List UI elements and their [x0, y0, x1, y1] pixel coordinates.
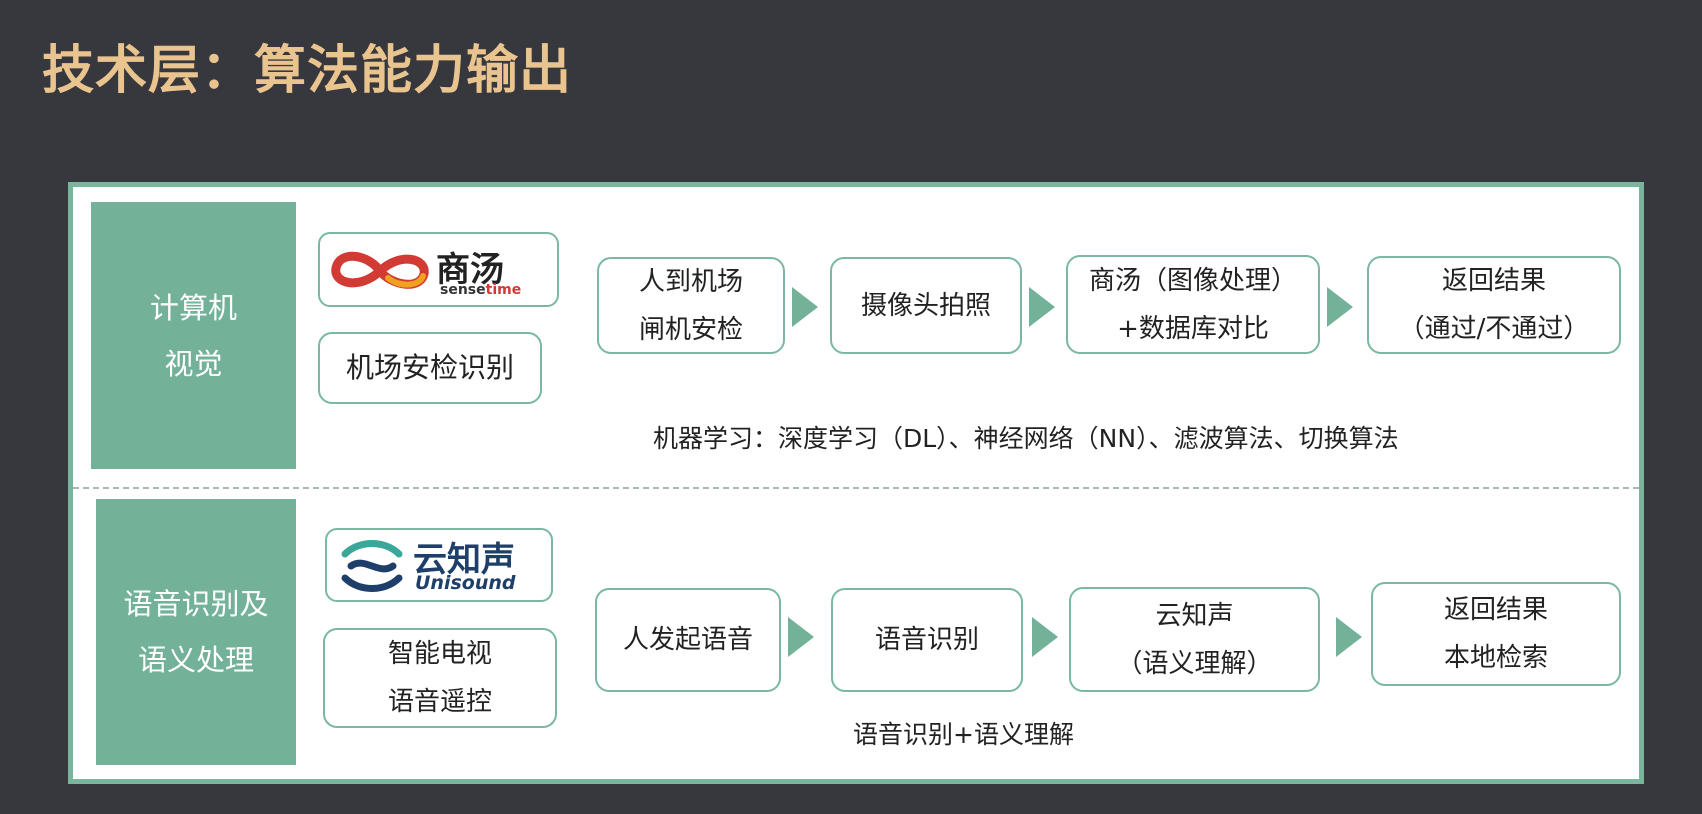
category-line: 视觉: [164, 346, 223, 381]
flow-arrow-icon: [1336, 617, 1362, 657]
step-speech-recognition: 语音识别: [831, 588, 1023, 692]
flow-arrow-icon: [1032, 617, 1058, 657]
box-line: +数据库对比: [1117, 313, 1269, 344]
box-line: 返回结果: [1441, 266, 1546, 296]
algorithm-panel: 计算机 视觉 商汤 sensetime 机场安检识别 人到机场 闸机安检 摄像头…: [68, 182, 1644, 784]
box-line: 商汤（图像处理）: [1088, 265, 1297, 296]
sensetime-infinity-icon: [331, 251, 429, 289]
asr-caption: 语音识别+语义理解: [853, 720, 1074, 749]
box-line: 返回结果: [1443, 595, 1548, 625]
category-line: 语义处理: [137, 643, 254, 677]
box-line: 智能电视: [387, 639, 492, 669]
flow-arrow-icon: [788, 617, 814, 657]
unisound-logo: 云知声 Unisound: [325, 528, 553, 602]
box-line: 语音识别: [874, 625, 979, 655]
page-title: 技术层：算法能力输出: [42, 41, 573, 101]
sensetime-en-b: time: [485, 282, 522, 298]
box-line: 摄像头拍照: [860, 290, 991, 321]
box-line: 语音遥控: [387, 687, 492, 717]
sensetime-en-a: sense: [440, 282, 486, 298]
box-line: 本地检索: [1443, 643, 1548, 673]
step-return-result-local: 返回结果 本地检索: [1371, 582, 1621, 686]
box-line: 闸机安检: [638, 314, 743, 345]
step-semantic-understanding: 云知声 （语义理解）: [1069, 587, 1320, 692]
flow-arrow-icon: [1327, 287, 1353, 327]
step-image-processing: 商汤（图像处理） +数据库对比: [1066, 255, 1320, 354]
flow-arrow-icon: [1029, 287, 1055, 327]
unisound-en: Unisound: [415, 572, 516, 594]
step-arrive-airport: 人到机场 闸机安检: [597, 257, 785, 354]
box-line: 人发起语音: [622, 625, 753, 655]
sensetime-en: sensetime: [440, 282, 521, 298]
sensetime-logo: 商汤 sensetime: [318, 232, 559, 307]
box-line: 云知声: [1155, 600, 1234, 631]
use-case-smart-tv: 智能电视 语音遥控: [323, 628, 557, 728]
cv-caption: 机器学习：深度学习（DL）、神经网络（NN）、滤波算法、切换算法: [653, 424, 1399, 453]
box-line: 机场安检识别: [345, 351, 514, 384]
box-line: （语义理解）: [1116, 648, 1273, 679]
row-divider: [73, 487, 1639, 489]
box-line: （通过/不通过）: [1398, 314, 1590, 344]
flow-arrow-icon: [792, 287, 818, 327]
unisound-emblem-icon: [341, 540, 403, 592]
category-speech-recognition: 语音识别及 语义处理: [96, 499, 296, 765]
step-speak: 人发起语音: [595, 588, 781, 692]
category-line: 计算机: [149, 290, 237, 325]
category-computer-vision: 计算机 视觉: [91, 202, 296, 469]
step-camera-photo: 摄像头拍照: [830, 257, 1022, 354]
box-line: 人到机场: [638, 266, 743, 297]
step-return-result: 返回结果 （通过/不通过）: [1367, 256, 1621, 354]
category-line: 语音识别及: [123, 587, 269, 621]
use-case-airport-security: 机场安检识别: [318, 332, 542, 404]
